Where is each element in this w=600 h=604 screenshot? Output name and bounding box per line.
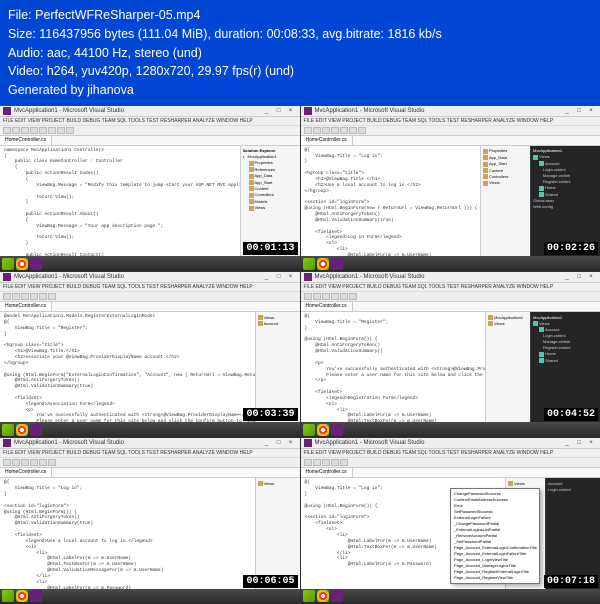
- timestamp: 00:04:52: [544, 408, 598, 421]
- intellisense-popup[interactable]: ChangePasswordSuccess ConfirmEmailAddres…: [450, 488, 540, 584]
- code-editor[interactable]: @{ ViewBag.Title = "Log in"; } <hgroup c…: [301, 146, 481, 259]
- chrome-icon[interactable]: [16, 258, 28, 270]
- vs-icon: [304, 107, 312, 115]
- toolbar[interactable]: [0, 126, 300, 136]
- vs-icon: [304, 273, 312, 281]
- thumbnail-2[interactable]: MvcApplication1 - Microsoft Visual Studi…: [301, 106, 600, 271]
- media-info-header: File: PerfectWFReSharper-05.mp4 Size: 11…: [0, 0, 600, 106]
- tab-bar[interactable]: HomeController.cs: [0, 136, 300, 146]
- maximize-button[interactable]: □: [273, 107, 285, 115]
- vs-icon: [304, 439, 312, 447]
- code-editor[interactable]: @{ ViewBag.Title = "Register"; } @using …: [301, 312, 486, 425]
- thumbnail-grid: MvcApplication1 - Microsoft Visual Studi…: [0, 106, 600, 604]
- code-editor[interactable]: @{ ViewBag.Title = "Log in"; } <section …: [0, 478, 255, 591]
- vs-taskbar-icon[interactable]: [30, 258, 42, 270]
- solution-explorer[interactable]: Properties App_Data App_Start Content Co…: [480, 146, 530, 259]
- vs-icon: [3, 273, 11, 281]
- timestamp: 00:07:18: [544, 575, 598, 588]
- file-name: PerfectWFReSharper-05.mp4: [35, 8, 200, 22]
- minimize-button[interactable]: _: [261, 107, 273, 115]
- taskbar[interactable]: [0, 256, 300, 271]
- timestamp: 00:03:39: [243, 408, 297, 421]
- thumbnail-5[interactable]: MvcApplication1 - Microsoft Visual Studi…: [0, 438, 300, 603]
- thumbnail-6[interactable]: MvcApplication1 - Microsoft Visual Studi…: [301, 438, 600, 603]
- vs-icon: [3, 107, 11, 115]
- timestamp: 00:02:26: [544, 242, 598, 255]
- editor-tab: HomeController.cs: [0, 136, 52, 145]
- window-title: MvcApplication1 - Microsoft Visual Studi…: [0, 106, 300, 117]
- close-button[interactable]: ×: [285, 107, 297, 115]
- code-editor[interactable]: @model MvcApplication1.Models.RegisterEx…: [0, 312, 255, 425]
- thumbnail-3[interactable]: MvcApplication1 - Microsoft Visual Studi…: [0, 272, 300, 437]
- code-editor[interactable]: namespace MvcApplication1.Controllers { …: [0, 146, 240, 259]
- timestamp: 00:06:05: [243, 575, 297, 588]
- menu-bar[interactable]: FILE EDIT VIEW PROJECT BUILD DEBUG TEAM …: [0, 117, 300, 126]
- thumbnail-1[interactable]: MvcApplication1 - Microsoft Visual Studi…: [0, 106, 300, 271]
- timestamp: 00:01:13: [243, 242, 297, 255]
- thumbnail-4[interactable]: MvcApplication1 - Microsoft Visual Studi…: [301, 272, 600, 437]
- start-button[interactable]: [2, 258, 14, 270]
- vs-icon: [3, 439, 11, 447]
